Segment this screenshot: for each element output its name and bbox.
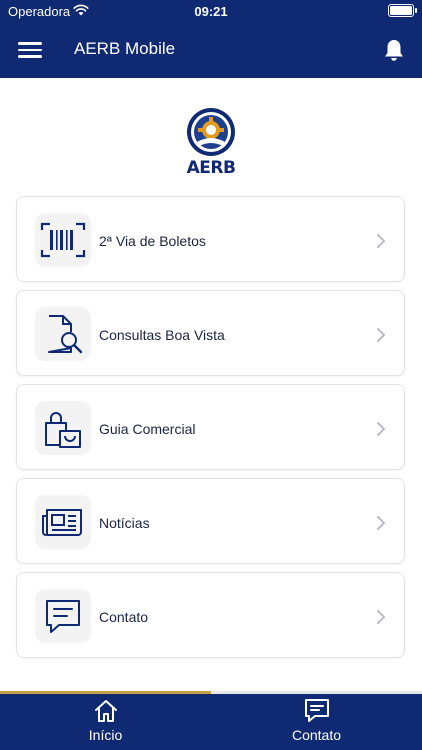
menu-item-label: Notícias	[99, 515, 150, 531]
top-app-bar: Operadora 09:21 AERB Mobile	[0, 0, 422, 78]
menu-item-label: Contato	[99, 609, 149, 625]
menu-item-boa-vista[interactable]: Consultas Boa Vista	[16, 290, 405, 376]
chevron-right-icon	[377, 610, 385, 624]
aerb-emblem	[187, 108, 235, 156]
battery-icon	[388, 4, 417, 17]
chat-icon	[305, 699, 329, 722]
home-icon	[95, 700, 117, 722]
shopping-bags-icon	[35, 401, 91, 455]
chevron-right-icon	[377, 422, 385, 436]
tab-inicio-label: Início	[88, 727, 123, 743]
app-header: AERB Mobile	[0, 28, 422, 72]
status-time: 09:21	[194, 4, 228, 19]
chat-message-icon	[35, 589, 91, 643]
status-bar: Operadora 09:21	[0, 0, 422, 24]
menu-item-label: 2ª Via de Boletos	[99, 233, 206, 249]
document-search-icon	[35, 307, 91, 361]
barcode-icon	[35, 213, 91, 267]
tab-inicio[interactable]: Início	[0, 694, 211, 750]
hamburger-menu-icon[interactable]	[16, 38, 44, 62]
chevron-right-icon	[377, 328, 385, 342]
tab-contato-label: Contato	[291, 727, 342, 743]
chevron-right-icon	[377, 516, 385, 530]
bell-icon[interactable]	[380, 36, 408, 64]
menu-item-boletos[interactable]: 2ª Via de Boletos	[16, 196, 405, 282]
tab-contato[interactable]: Contato	[211, 694, 422, 750]
page-title: AERB Mobile	[74, 39, 176, 58]
menu-item-contato[interactable]: Contato	[16, 572, 405, 658]
menu-item-label: Consultas Boa Vista	[99, 327, 225, 343]
menu-item-label: Guia Comercial	[99, 421, 196, 437]
aerb-logo: AERB	[183, 106, 239, 180]
newspaper-icon	[35, 495, 91, 549]
chevron-right-icon	[377, 234, 385, 248]
logo-text: AERB	[186, 158, 236, 178]
menu-item-noticias[interactable]: Notícias	[16, 478, 405, 564]
menu-list: 2ª Via de Boletos Consultas Boa Vista Gu…	[16, 196, 406, 666]
menu-item-guia-comercial[interactable]: Guia Comercial	[16, 384, 405, 470]
bottom-tab-bar: Início Contato	[0, 694, 422, 750]
